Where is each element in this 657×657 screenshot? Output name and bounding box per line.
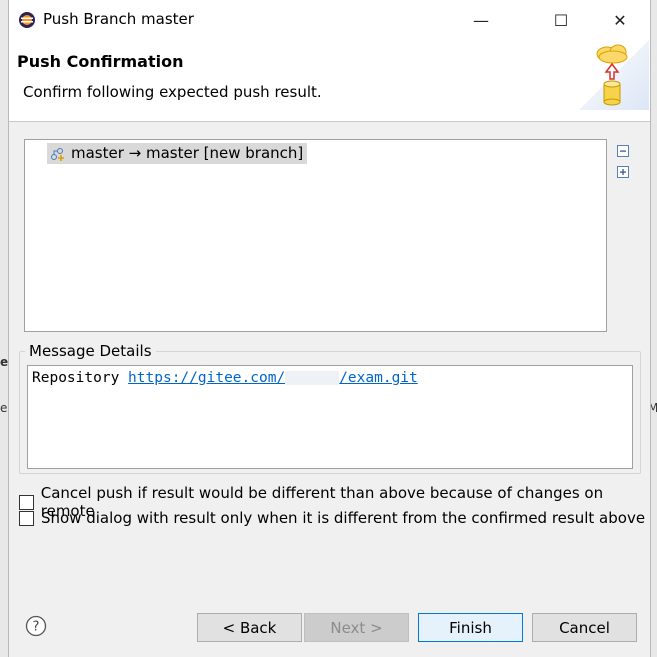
push-to-cloud-icon [579, 40, 649, 110]
svg-text:?: ? [33, 620, 40, 635]
minimize-button[interactable]: — [461, 8, 501, 32]
repository-url-link[interactable]: https://gitee.com/ /exam.git [128, 370, 418, 386]
show-dialog-label: Show dialog with result only when it is … [41, 509, 646, 527]
collapse-all-icon[interactable] [616, 144, 630, 158]
wizard-banner: Push Confirmation Confirm following expe… [9, 40, 650, 122]
background-peek-text: e [0, 355, 9, 369]
redacted-username [285, 371, 340, 385]
repository-label: Repository [32, 370, 120, 386]
page-title: Push Confirmation [17, 52, 184, 71]
dialog-title: Push Branch master [43, 10, 194, 28]
back-button[interactable]: < Back [197, 613, 302, 642]
message-details-legend: Message Details [25, 342, 156, 360]
cancel-button[interactable]: Cancel [532, 613, 637, 642]
repository-line: Repository https://gitee.com/ /exam.git [32, 370, 418, 386]
repository-url-end: /exam.git [339, 370, 418, 386]
repository-url-start: https://gitee.com/ [128, 370, 286, 386]
minimize-icon: — [473, 10, 489, 30]
push-result-tree[interactable]: master → master [new branch] [24, 139, 607, 332]
maximize-button[interactable]: ☐ [541, 8, 581, 32]
expand-all-icon[interactable] [616, 165, 630, 179]
show-dialog-option[interactable]: Show dialog with result only when it is … [19, 509, 645, 527]
tree-row-label: master → master [new branch] [71, 144, 304, 162]
cancel-push-checkbox[interactable] [19, 494, 34, 510]
help-icon[interactable]: ? [25, 615, 47, 637]
background-window-left [0, 0, 8, 657]
message-details-text[interactable]: Repository https://gitee.com/ /exam.git [27, 365, 633, 469]
close-icon: ✕ [613, 10, 627, 30]
page-description: Confirm following expected push result. [23, 83, 322, 101]
eclipse-app-icon [19, 12, 35, 28]
maximize-icon: ☐ [553, 10, 569, 30]
tree-row[interactable]: master → master [new branch] [47, 143, 308, 164]
branch-new-icon [51, 148, 64, 161]
next-button[interactable]: Next > [304, 613, 409, 642]
title-bar[interactable]: Push Branch master — ☐ ✕ [9, 0, 650, 40]
show-dialog-checkbox[interactable] [19, 510, 34, 526]
finish-button[interactable]: Finish [418, 613, 523, 642]
push-branch-dialog: Push Branch master — ☐ ✕ Push Confirmati… [8, 0, 651, 657]
close-button[interactable]: ✕ [600, 8, 640, 32]
